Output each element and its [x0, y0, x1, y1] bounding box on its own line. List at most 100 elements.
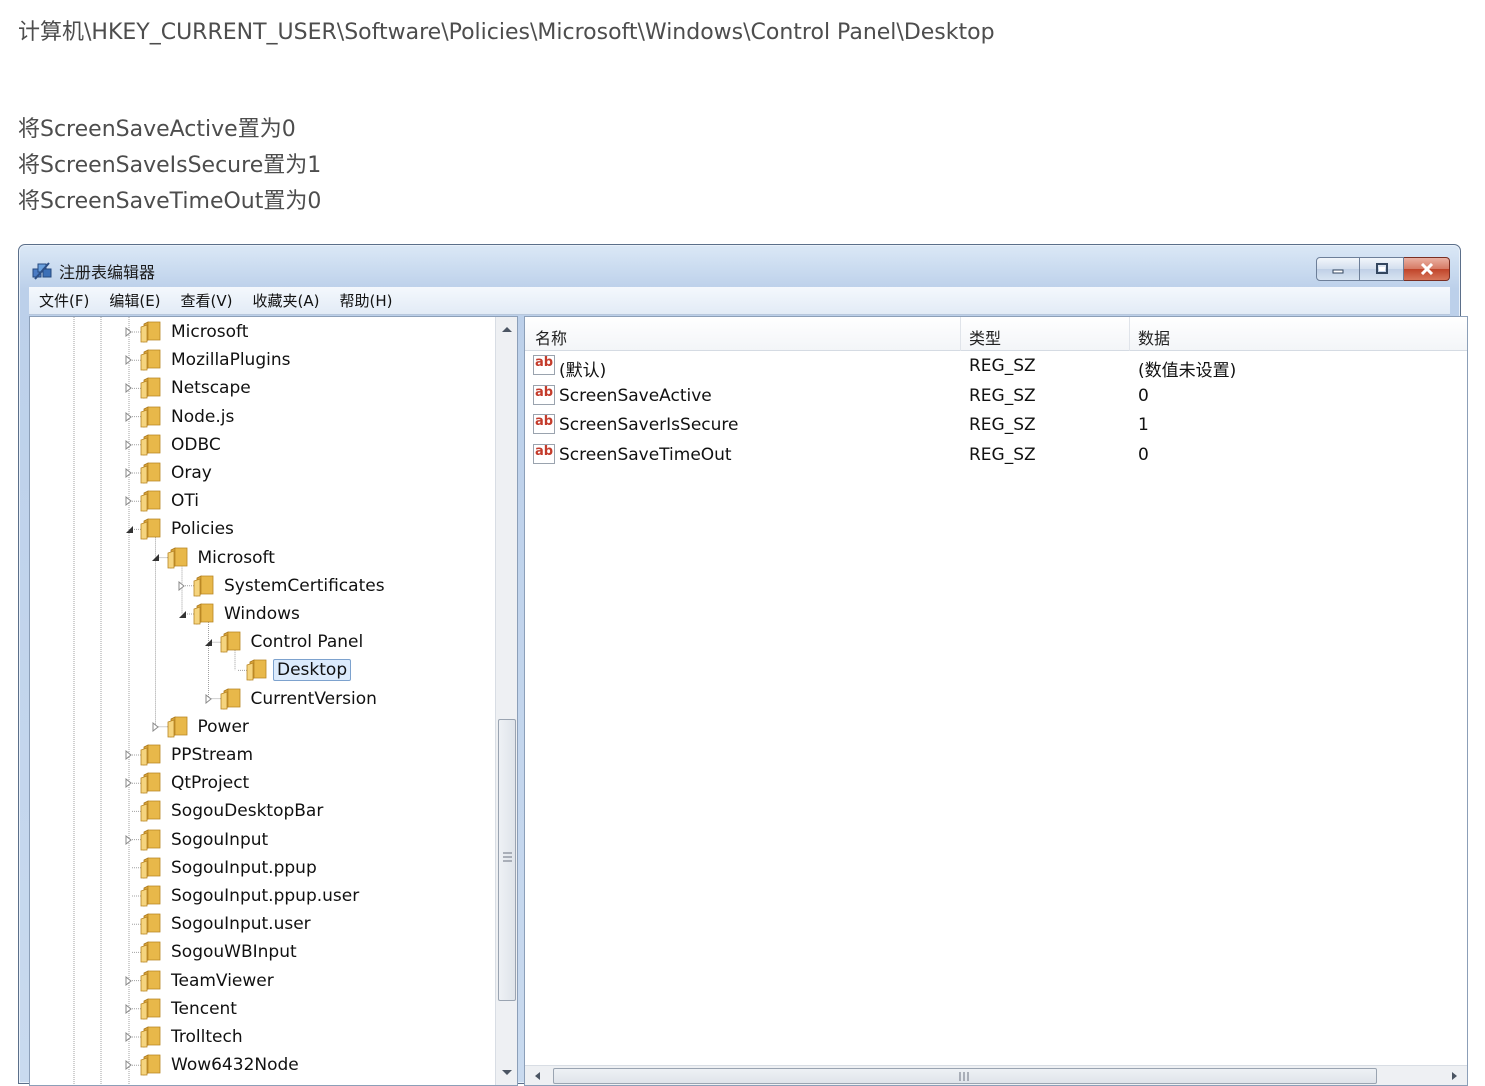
tree-node-label: SogouInput.ppup: [171, 857, 317, 878]
tree-scroll-thumb[interactable]: [498, 719, 516, 1001]
value-type: REG_SZ: [969, 356, 1036, 376]
collapse-arrow-icon[interactable]: [149, 551, 163, 565]
values-scroll-thumb[interactable]: [553, 1068, 1377, 1084]
tree-node[interactable]: SogouInput.ppup: [122, 855, 321, 881]
tree-node-label: Control Panel: [250, 632, 364, 653]
tree-node[interactable]: SogouInput: [122, 827, 272, 853]
folder-icon: [138, 800, 162, 823]
title-bar[interactable]: 注册表编辑器: [19, 245, 1460, 289]
tree-node[interactable]: Policies: [122, 516, 238, 542]
folder-icon: [138, 405, 162, 428]
value-row[interactable]: ab ScreenSaveActive REG_SZ 0: [533, 382, 1463, 410]
tree-node[interactable]: SogouWBInput: [122, 939, 301, 965]
expand-arrow-icon[interactable]: [122, 1002, 136, 1016]
tree-node[interactable]: Microsoft: [122, 319, 252, 345]
expand-arrow-icon: [152, 721, 159, 732]
tree-node[interactable]: Node.js: [122, 404, 238, 430]
expand-arrow-icon[interactable]: [122, 833, 136, 847]
folder-icon: [193, 575, 214, 597]
folder-icon: [191, 575, 215, 597]
value-type: REG_SZ: [969, 386, 1036, 406]
collapse-arrow-icon[interactable]: [202, 635, 216, 649]
tree-node[interactable]: Netscape: [122, 375, 255, 401]
tree-node[interactable]: Oray: [122, 460, 216, 486]
expand-arrow-icon[interactable]: [175, 579, 189, 593]
expand-arrow-icon[interactable]: [122, 776, 136, 790]
folder-icon: [138, 828, 162, 851]
tree-node[interactable]: SogouInput.user: [122, 911, 315, 937]
folder-icon: [138, 434, 162, 456]
folder-icon: [193, 603, 214, 625]
expand-arrow-icon: [125, 411, 132, 422]
step-2-text: 将ScreenSaveIsSecure置为1: [18, 153, 322, 178]
tree-node[interactable]: MozillaPlugins: [122, 347, 294, 373]
expand-arrow-icon[interactable]: [122, 410, 136, 424]
window-title: 注册表编辑器: [59, 263, 156, 282]
expand-arrow-icon[interactable]: [122, 353, 136, 367]
values-column-header: 名称 类型 数据: [525, 317, 1467, 351]
expand-arrow-icon[interactable]: [149, 720, 163, 734]
minimize-button[interactable]: [1316, 257, 1360, 281]
expand-arrow-icon: [125, 1032, 132, 1042]
column-data[interactable]: 数据: [1138, 325, 1170, 349]
tree-node-label: SogouInput.ppup.user: [171, 886, 360, 906]
collapse-arrow-icon[interactable]: [122, 522, 136, 536]
tree-node-label: PPStream: [171, 745, 254, 765]
menu-help[interactable]: 帮助(H): [339, 290, 392, 311]
tree-node-label: Netscape: [171, 378, 251, 399]
tree-node[interactable]: TeamViewer: [122, 968, 278, 994]
menu-view[interactable]: 查看(V): [181, 290, 233, 311]
tree-node[interactable]: Power: [149, 714, 253, 740]
expand-arrow-icon: [178, 580, 185, 591]
tree-node[interactable]: PPStream: [122, 742, 257, 768]
expand-arrow-icon[interactable]: [122, 381, 136, 395]
value-row[interactable]: ab ScreenSaverIsSecure REG_SZ 1: [533, 411, 1463, 439]
value-row[interactable]: ab (默认) REG_SZ (数值未设置): [533, 352, 1463, 381]
expand-arrow-icon[interactable]: [122, 494, 136, 508]
expand-arrow-icon[interactable]: [202, 692, 216, 706]
tree-node[interactable]: Trolltech: [122, 1024, 247, 1050]
column-divider[interactable]: [960, 317, 961, 351]
expand-arrow-icon[interactable]: [122, 1058, 136, 1072]
tree-vertical-scrollbar[interactable]: [495, 317, 517, 1085]
expand-arrow-icon[interactable]: [122, 438, 136, 452]
expand-arrow-icon[interactable]: [122, 1030, 136, 1044]
tree-node[interactable]: SystemCertificates: [175, 573, 389, 599]
tree-node[interactable]: Microsoft: [149, 545, 279, 571]
tree-node[interactable]: CurrentVersion: [202, 686, 381, 712]
tree-node[interactable]: SogouInput.ppup.user: [122, 883, 363, 909]
tree-node[interactable]: Desktop: [228, 657, 352, 683]
tree-node[interactable]: ODBC: [122, 432, 225, 458]
expand-arrow-icon[interactable]: [122, 325, 136, 339]
folder-icon: [244, 659, 268, 682]
collapse-arrow-icon: [205, 638, 212, 646]
tree-node[interactable]: Tencent: [122, 996, 241, 1022]
close-button[interactable]: [1404, 257, 1450, 281]
tree-node[interactable]: SogouDesktopBar: [122, 798, 327, 824]
tree-node[interactable]: Wow6432Node: [122, 1052, 303, 1078]
registry-tree-pane[interactable]: Microsoft MozillaPlugins Netscape Node.js OD…: [29, 316, 518, 1086]
expand-arrow-icon[interactable]: [122, 974, 136, 988]
regedit-icon: [32, 262, 52, 280]
tree-node[interactable]: QtProject: [122, 770, 253, 796]
expand-arrow-icon[interactable]: [122, 466, 136, 480]
registry-values-pane[interactable]: 名称 类型 数据 ab (默认) REG_SZ (数值未设置) ab Scree…: [524, 316, 1468, 1086]
menu-file[interactable]: 文件(F): [39, 290, 89, 311]
tree-node[interactable]: OTi: [122, 488, 203, 514]
values-horizontal-scrollbar[interactable]: [525, 1065, 1467, 1085]
maximize-button[interactable]: [1360, 257, 1404, 281]
menu-edit[interactable]: 编辑(E): [109, 290, 160, 311]
column-name[interactable]: 名称: [535, 325, 567, 349]
folder-icon: [138, 518, 162, 541]
folder-icon: [140, 828, 161, 851]
expand-arrow-icon[interactable]: [122, 748, 136, 762]
tree-node[interactable]: Windows: [175, 601, 304, 627]
folder-icon: [138, 969, 162, 992]
menu-favorites[interactable]: 收藏夹(A): [253, 290, 320, 311]
collapse-arrow-icon[interactable]: [175, 607, 189, 621]
value-row[interactable]: ab ScreenSaveTimeOut REG_SZ 0: [533, 441, 1463, 469]
column-divider[interactable]: [1129, 317, 1130, 351]
tree-node[interactable]: Control Panel: [202, 629, 368, 655]
column-type[interactable]: 类型: [969, 325, 1001, 349]
